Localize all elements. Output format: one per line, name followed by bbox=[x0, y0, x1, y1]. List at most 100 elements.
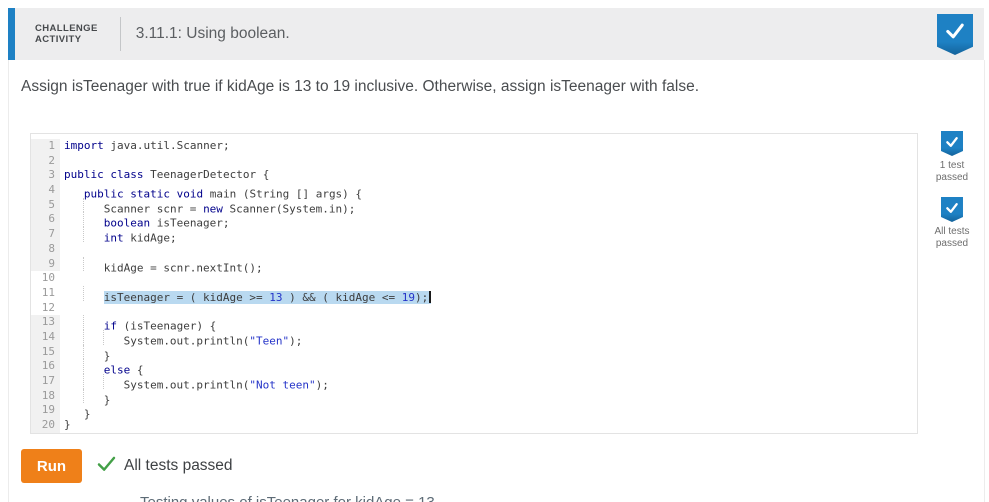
code-token: TeenagerDetector { bbox=[143, 168, 270, 182]
run-status-text: All tests passed bbox=[124, 457, 233, 474]
indent-guide bbox=[64, 183, 84, 198]
line-number: 17 bbox=[31, 374, 60, 389]
test-passed-badge bbox=[940, 197, 963, 222]
code-text: int kidAge; bbox=[60, 227, 177, 245]
code-line[interactable]: 9 kidAge = scnr.nextInt(); bbox=[31, 256, 917, 274]
code-line[interactable]: 14 System.out.println("Teen"); bbox=[31, 329, 917, 348]
code-text: } bbox=[60, 418, 71, 433]
code-token: kidAge; bbox=[123, 231, 177, 245]
code-token: ) && ( kidAge <= bbox=[282, 290, 402, 304]
line-number: 16 bbox=[31, 359, 60, 374]
line-number: 14 bbox=[31, 329, 60, 345]
indent-guide bbox=[84, 315, 104, 330]
code-token: 13 bbox=[269, 290, 283, 304]
line-number: 7 bbox=[31, 227, 60, 242]
line-number: 3 bbox=[31, 168, 60, 184]
code-editor[interactable]: 1 import java.util.Scanner; 2 3 public class… bbox=[30, 133, 918, 434]
indent-guide bbox=[64, 359, 84, 374]
line-number: 19 bbox=[31, 403, 60, 419]
code-line[interactable]: 7 int kidAge; bbox=[31, 227, 917, 245]
indent-guide bbox=[84, 345, 104, 360]
code-token: } bbox=[103, 393, 111, 407]
line-number: 20 bbox=[31, 418, 60, 433]
code-line[interactable]: 17 System.out.println("Not teen"); bbox=[31, 374, 917, 392]
code-text: isTeenager = ( kidAge >= 13 ) && ( kidAg… bbox=[60, 285, 431, 304]
code-line[interactable]: 3 public class TeenagerDetector { bbox=[31, 168, 917, 184]
indent-guide bbox=[84, 198, 104, 213]
indent-guide bbox=[64, 374, 84, 389]
code-token: "Teen" bbox=[249, 334, 290, 348]
indent-guide bbox=[64, 329, 84, 345]
code-line[interactable]: 4 public static void main (String [] args… bbox=[31, 183, 917, 201]
code-token: ); bbox=[415, 290, 429, 304]
run-status: All tests passed bbox=[97, 456, 233, 477]
selected-text: isTeenager = ( kidAge >= 13 ) && ( kidAg… bbox=[103, 290, 431, 304]
code-token: public bbox=[64, 168, 104, 182]
code-token: } bbox=[64, 418, 71, 432]
header-accent-bar bbox=[8, 8, 15, 60]
code-text: public static void main (String [] args)… bbox=[60, 183, 362, 201]
line-number: 6 bbox=[31, 212, 60, 228]
indent-guide bbox=[84, 359, 104, 374]
line-number: 12 bbox=[31, 300, 60, 316]
code-line[interactable]: 11 isTeenager = ( kidAge >= 13 ) && ( kid… bbox=[31, 285, 917, 304]
indent-guide bbox=[64, 212, 84, 228]
indent-guide bbox=[64, 197, 84, 213]
code-line[interactable]: 1 import java.util.Scanner; bbox=[31, 139, 917, 154]
code-text: public class TeenagerDetector { bbox=[60, 168, 269, 183]
line-number: 18 bbox=[31, 388, 60, 404]
code-line[interactable]: 20} bbox=[31, 418, 917, 433]
activity-title: 3.11.1: Using boolean. bbox=[135, 25, 290, 42]
run-button[interactable]: Run bbox=[21, 449, 82, 483]
line-number: 11 bbox=[31, 285, 60, 301]
code-text: boolean isTeenager; bbox=[60, 212, 230, 230]
code-text: Scanner scnr = new Scanner(System.in); bbox=[60, 197, 355, 215]
test-result-label: 1 test passed bbox=[935, 160, 969, 183]
code-token: class bbox=[110, 168, 144, 182]
code-text: System.out.println("Not teen"); bbox=[60, 374, 329, 392]
code-line[interactable]: 13 if (isTeenager) { bbox=[31, 315, 917, 333]
check-icon bbox=[945, 131, 959, 148]
indent-guide bbox=[84, 286, 104, 301]
code-token: ); bbox=[289, 334, 303, 348]
text-cursor bbox=[429, 290, 431, 303]
code-text: } bbox=[60, 388, 111, 407]
indent-guide bbox=[104, 330, 124, 345]
code-editor-lines: 1 import java.util.Scanner; 2 3 public class… bbox=[31, 139, 917, 433]
test-result-label: All tests passed bbox=[934, 226, 970, 249]
code-text: System.out.println("Teen"); bbox=[60, 329, 303, 348]
code-line[interactable]: 16 else { bbox=[31, 359, 917, 377]
code-token: System.out.println( bbox=[123, 334, 250, 348]
indent-guide bbox=[84, 374, 104, 389]
line-number: 15 bbox=[31, 344, 60, 360]
test-passed-badge bbox=[941, 131, 963, 156]
challenge-header: CHALLENGE ACTIVITY 3.11.1: Using boolean… bbox=[8, 8, 984, 60]
code-text: import java.util.Scanner; bbox=[60, 139, 230, 154]
indent-guide bbox=[64, 388, 84, 404]
run-row: Run All tests passed bbox=[21, 449, 233, 483]
indent-guide bbox=[64, 256, 84, 272]
card-right-border bbox=[984, 60, 985, 502]
code-token: "Not teen" bbox=[249, 378, 316, 392]
code-line[interactable]: 19} bbox=[31, 403, 917, 421]
card-left-border bbox=[8, 60, 9, 502]
indent-guide bbox=[64, 344, 84, 360]
line-number: 2 bbox=[31, 153, 60, 169]
line-number: 10 bbox=[31, 271, 60, 286]
code-line[interactable]: 6 boolean isTeenager; bbox=[31, 212, 917, 230]
code-text: else { bbox=[60, 359, 143, 377]
code-line[interactable]: 2 bbox=[31, 153, 917, 169]
code-text: } bbox=[60, 403, 91, 421]
line-number: 5 bbox=[31, 197, 60, 213]
kicker-line-1: CHALLENGE bbox=[35, 22, 98, 34]
kicker-line-2: ACTIVITY bbox=[35, 34, 82, 45]
code-text: kidAge = scnr.nextInt(); bbox=[60, 256, 263, 274]
line-number: 9 bbox=[31, 256, 60, 272]
test-result-item: All tests passed bbox=[934, 197, 970, 249]
code-line[interactable]: 5 Scanner scnr = new Scanner(System.in); bbox=[31, 197, 917, 215]
code-token: java.util.Scanner; bbox=[103, 139, 230, 152]
indent-guide bbox=[64, 315, 84, 330]
